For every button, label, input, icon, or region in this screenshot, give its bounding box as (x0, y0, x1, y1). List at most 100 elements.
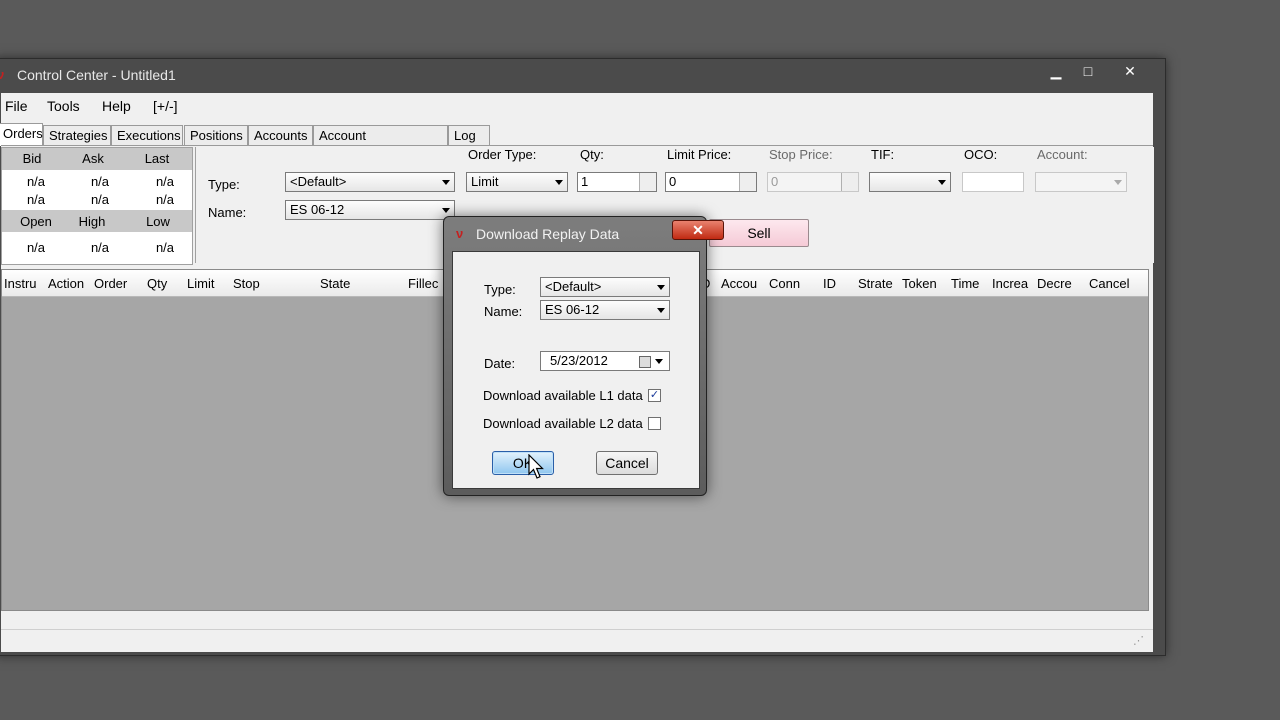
tab-strategies[interactable]: Strategies (43, 125, 111, 145)
high-header: High (78, 214, 106, 229)
l1-data-checkbox[interactable]: ✓ (648, 389, 661, 402)
app-logo-icon: ν (0, 67, 5, 82)
spinner-arrows-icon[interactable] (739, 173, 756, 191)
stop-price-value: 0 (771, 174, 779, 189)
dialog-body: Type: <Default> Name: ES 06-12 Date: 5/2… (452, 251, 700, 489)
spinner-arrows-icon[interactable] (639, 173, 656, 191)
date-picker[interactable]: 5/23/2012 (540, 351, 670, 371)
menu-file[interactable]: File (5, 98, 28, 114)
col-increase[interactable]: Increa (992, 276, 1028, 291)
close-icon[interactable]: ✕ (1115, 61, 1145, 81)
chevron-down-icon (442, 180, 450, 185)
col-token[interactable]: Token (902, 276, 937, 291)
tab-divider (1, 145, 1153, 146)
instrument-name-select[interactable]: ES 06-12 (285, 200, 455, 220)
mouse-pointer-icon (528, 454, 544, 479)
chevron-down-icon[interactable] (655, 359, 663, 364)
col-cancel[interactable]: Cancel (1089, 276, 1129, 291)
bid-header: Bid (22, 151, 42, 166)
qty-input[interactable]: 1 (577, 172, 657, 192)
limit-price-value: 0 (669, 174, 677, 189)
qty-label: Qty: (580, 147, 604, 162)
title-bar[interactable]: ν Control Center - Untitled1 ▁ □ ✕ (0, 59, 1165, 91)
low-value: n/a (155, 240, 175, 255)
col-account[interactable]: Accou (721, 276, 757, 291)
oco-label: OCO: (964, 147, 998, 162)
col-id[interactable]: ID (823, 276, 836, 291)
dialog-type-label: Type: (484, 282, 516, 297)
last-header: Last (144, 151, 170, 166)
tab-accounts[interactable]: Accounts (248, 125, 313, 145)
menu-help[interactable]: Help (102, 98, 131, 114)
stop-price-label: Stop Price: (769, 147, 833, 162)
dialog-name-label: Name: (484, 304, 523, 319)
instrument-type-select[interactable]: <Default> (285, 172, 455, 192)
col-decrease[interactable]: Decre (1037, 276, 1072, 291)
chevron-down-icon (555, 180, 563, 185)
tab-log[interactable]: Log (448, 125, 490, 145)
dialog-name-select[interactable]: ES 06-12 (540, 300, 670, 320)
col-time[interactable]: Time (951, 276, 979, 291)
tab-positions[interactable]: Positions (184, 125, 248, 145)
col-state[interactable]: State (320, 276, 350, 291)
limit-price-label: Limit Price: (667, 147, 732, 162)
account-label: Account: (1037, 147, 1088, 162)
tif-select[interactable] (869, 172, 951, 192)
maximize-icon[interactable]: □ (1073, 61, 1103, 81)
status-bar: ⋰ (1, 629, 1153, 652)
l2-data-checkbox[interactable] (648, 417, 661, 430)
instrument-type-value: <Default> (290, 174, 347, 189)
last-value: n/a (155, 174, 175, 189)
last-size: n/a (155, 192, 175, 207)
tab-orders[interactable]: Orders (0, 123, 43, 146)
chevron-down-icon (1114, 180, 1122, 185)
order-type-label: Order Type: (468, 147, 537, 162)
market-header-row: Bid Ask Last (2, 148, 192, 170)
date-value: 5/23/2012 (550, 353, 608, 368)
dialog-close-button[interactable]: ✕ (672, 220, 724, 240)
l2-data-label: Download available L2 data (483, 416, 643, 431)
chevron-down-icon (442, 208, 450, 213)
tab-account-performance[interactable]: Account Performance (313, 125, 448, 162)
resize-grip-icon[interactable]: ⋰ (1133, 634, 1144, 647)
col-stop[interactable]: Stop (233, 276, 260, 291)
col-filled[interactable]: Fillec (408, 276, 438, 291)
order-type-select[interactable]: Limit (466, 172, 568, 192)
cancel-button[interactable]: Cancel (596, 451, 658, 475)
col-qty[interactable]: Qty (147, 276, 167, 291)
limit-price-input[interactable]: 0 (665, 172, 757, 192)
dialog-name-value: ES 06-12 (545, 302, 600, 317)
order-type-value: Limit (471, 174, 499, 189)
tab-strip: Orders Strategies Executions Positions A… (0, 123, 1153, 162)
col-order[interactable]: Order (94, 276, 127, 291)
calendar-icon[interactable] (639, 356, 651, 368)
dialog-type-select[interactable]: <Default> (540, 277, 670, 297)
minimize-icon[interactable]: ▁ (1041, 61, 1071, 81)
dialog-date-label: Date: (484, 356, 516, 371)
col-connection[interactable]: Conn (769, 276, 800, 291)
ask-value: n/a (90, 174, 110, 189)
menu-bar: File Tools Help [+/-] (1, 93, 1153, 119)
qty-value: 1 (581, 174, 589, 189)
dialog-title: Download Replay Data (476, 226, 620, 242)
window-title: Control Center - Untitled1 (17, 67, 176, 83)
ask-size: n/a (90, 192, 110, 207)
sell-button[interactable]: Sell (709, 219, 809, 247)
low-header: Low (146, 214, 170, 229)
open-header: Open (20, 214, 52, 229)
menu-tools[interactable]: Tools (47, 98, 80, 114)
col-action[interactable]: Action (48, 276, 84, 291)
menu-expand[interactable]: [+/-] (153, 98, 178, 114)
col-instrument[interactable]: Instru (4, 276, 37, 291)
col-strategy[interactable]: Strate (858, 276, 893, 291)
stop-price-input: 0 (767, 172, 859, 192)
tab-executions[interactable]: Executions (111, 125, 183, 145)
oco-input[interactable] (962, 172, 1024, 192)
tif-label: TIF: (871, 147, 895, 162)
app-logo-icon: ν (456, 226, 464, 241)
type-label: Type: (208, 177, 240, 192)
ok-button[interactable]: OK (492, 451, 554, 475)
chevron-down-icon (657, 308, 665, 313)
col-limit[interactable]: Limit (187, 276, 214, 291)
l1-data-label: Download available L1 data (483, 388, 643, 403)
